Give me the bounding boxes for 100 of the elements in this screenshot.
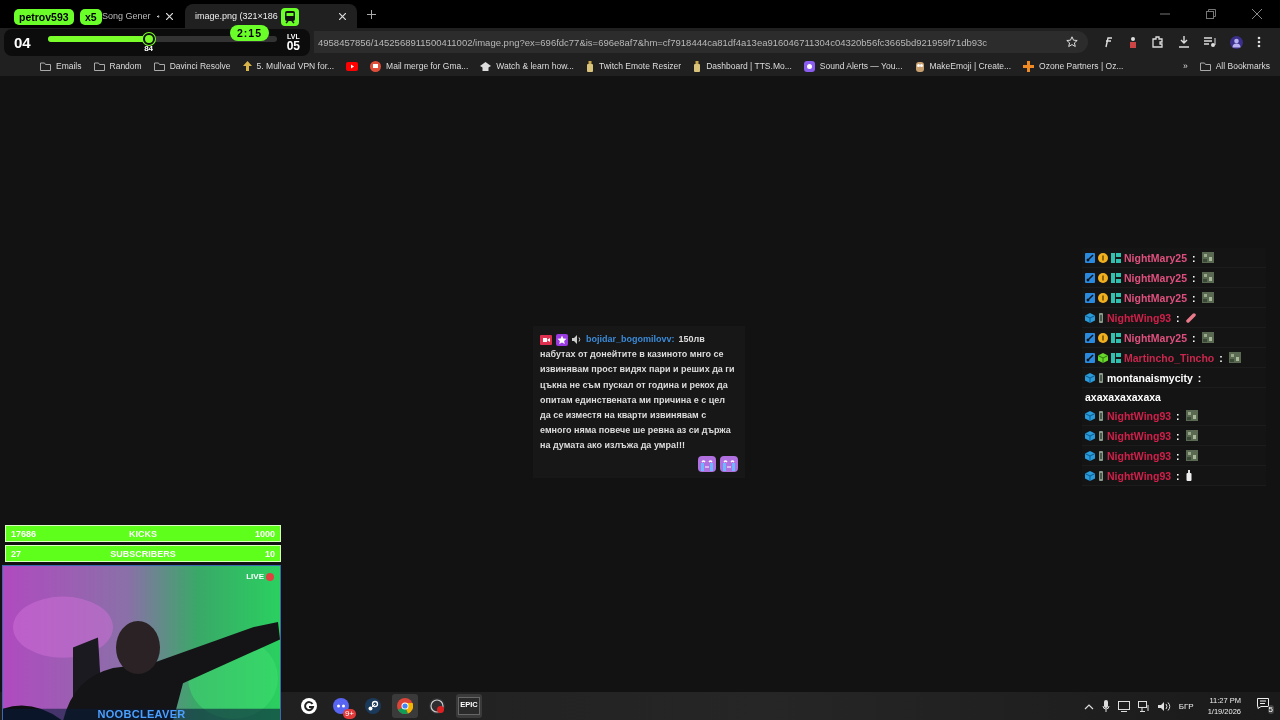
italic-f-icon — [1102, 36, 1114, 48]
sword-badge-icon — [1085, 352, 1095, 363]
tray-button[interactable] — [1137, 700, 1150, 712]
crying-emote-icon — [720, 455, 738, 472]
chat-username: NightMary25 — [1124, 331, 1187, 344]
live-label: LIVE — [246, 572, 264, 581]
folder-icon — [153, 61, 165, 71]
cube-badge-icon — [1085, 430, 1095, 441]
chat-separator: : — [1197, 371, 1202, 384]
browser-tab[interactable]: image.png (321×186 — [185, 4, 357, 28]
toolbar-button[interactable] — [1230, 35, 1243, 49]
emote-icon — [1185, 410, 1198, 421]
sword-badge-icon — [1085, 332, 1095, 343]
tray-button[interactable] — [1157, 700, 1171, 712]
progress-value: 84 — [144, 43, 154, 53]
chat-separator: : — [1176, 469, 1180, 482]
donor-name: bojidar_bogomilovv: — [586, 333, 675, 346]
coin-badge-icon — [1098, 332, 1108, 343]
chat-username: NightWing93 — [1107, 449, 1172, 462]
bookmark[interactable]: Sound Alerts — You... — [803, 60, 903, 72]
chat-username: NightMary25 — [1124, 251, 1187, 264]
toolbar-button[interactable] — [1204, 36, 1216, 48]
screen-icon — [1117, 700, 1130, 712]
bookmark[interactable]: Random — [93, 61, 142, 71]
circle-icon — [370, 60, 382, 72]
chat-username: NightWing93 — [1107, 429, 1172, 442]
chat-username: NightWing93 — [1107, 469, 1172, 482]
live-dot-icon — [266, 572, 274, 581]
sausage-emote-icon — [1185, 312, 1196, 323]
star-badge-icon — [556, 333, 568, 346]
bookmark[interactable]: Emails — [40, 61, 82, 71]
crying-emote-icon — [698, 455, 716, 472]
toolbar-button[interactable] — [1257, 36, 1261, 48]
toolbar-button[interactable] — [1178, 36, 1190, 48]
folder-icon — [93, 61, 105, 71]
chat-separator: : — [1176, 449, 1180, 462]
figure-icon — [1128, 36, 1138, 48]
g-app-icon — [301, 698, 317, 714]
chat-username: montanaismycity — [1107, 371, 1193, 384]
chat-separator: : — [1192, 331, 1196, 344]
coin-badge-icon — [1098, 252, 1108, 263]
bookmark[interactable]: 5. Mullvad VPN for... — [242, 61, 335, 71]
taskbar-app[interactable] — [392, 694, 418, 718]
all-bookmarks-button[interactable]: All Bookmarks — [1199, 61, 1270, 71]
folder-icon — [1199, 61, 1211, 71]
speaker-icon — [572, 335, 582, 345]
chat-username: NightMary25 — [1124, 291, 1187, 304]
bookmark[interactable]: Mail merge for Gma... — [370, 60, 469, 72]
cube-badge-icon — [1098, 352, 1108, 363]
streamer-name: NOOBCLEAVER — [96, 708, 187, 720]
bookmarks-overflow-button[interactable]: » — [1182, 61, 1188, 71]
sword-badge-icon — [1085, 272, 1095, 283]
bookmark[interactable]: Davinci Resolve — [153, 61, 231, 71]
plus-icon — [367, 10, 376, 19]
bookmark[interactable] — [346, 61, 359, 71]
tag-badge-icon — [1111, 252, 1121, 263]
bookmark[interactable]: Ozone Partners | Oz... — [1023, 60, 1124, 72]
toolbar-button[interactable] — [1128, 36, 1138, 48]
bookmark[interactable]: Watch & learn how... — [480, 61, 574, 71]
language-indicator[interactable]: БГР — [1178, 701, 1194, 711]
tray-button[interactable] — [1083, 702, 1094, 710]
score: 04 — [14, 35, 32, 50]
chat-separator: : — [1192, 291, 1196, 304]
address-bar[interactable]: 4958457856/1452568911500411002/image.png?ex=696fdc77&is=696e8af7&hm=cf7918444ca81df4a13ea916046711304c04320b56fc3665bd921959f71db93c — [314, 31, 1088, 53]
tag-badge-icon — [1111, 272, 1121, 283]
tray-button[interactable] — [1117, 700, 1130, 712]
chat-separator: : — [1176, 429, 1180, 442]
goal-label: SUBSCRIBERS — [110, 548, 176, 559]
record-app-icon — [429, 698, 445, 714]
tag-badge-icon — [1111, 332, 1121, 343]
coin-badge-icon — [1098, 292, 1108, 303]
chat-separator: : — [1219, 351, 1223, 364]
notifications-button[interactable]: 5 — [1257, 698, 1274, 714]
close-icon — [338, 12, 346, 20]
notification-icon — [1257, 698, 1269, 709]
level-number: 05 — [286, 40, 300, 52]
cube-badge-icon — [1085, 450, 1095, 461]
train-icon — [281, 8, 299, 26]
figure-badge-icon — [1098, 372, 1104, 383]
folder-icon — [40, 61, 51, 71]
goal-target: 1000 — [254, 528, 275, 539]
cube-badge-icon — [1085, 470, 1095, 481]
toolbar-button[interactable] — [1152, 36, 1164, 48]
bookmark[interactable]: Twitch Emote Resizer — [585, 60, 682, 72]
donation-amount: 150лв — [678, 333, 705, 346]
bookmark[interactable]: MakeEmoji | Create... — [914, 60, 1012, 72]
close-icon — [1252, 9, 1262, 19]
figure-badge-icon — [1098, 430, 1104, 441]
goal-current: 17686 — [11, 528, 38, 539]
bottle-icon — [585, 60, 594, 72]
taskbar-app[interactable]: 9+ — [328, 694, 354, 718]
toolbar-button[interactable] — [1102, 36, 1114, 48]
emote-icon — [1228, 352, 1241, 363]
emote-icon — [1201, 272, 1214, 283]
bookmark[interactable]: Dashboard | TTS.Mo... — [693, 60, 792, 72]
bookmark-star-icon — [1066, 36, 1078, 48]
timer: 2:15 — [230, 25, 269, 41]
tray-button[interactable] — [1101, 700, 1110, 712]
emote-icon — [1185, 450, 1198, 461]
playlist-icon — [1204, 36, 1216, 48]
